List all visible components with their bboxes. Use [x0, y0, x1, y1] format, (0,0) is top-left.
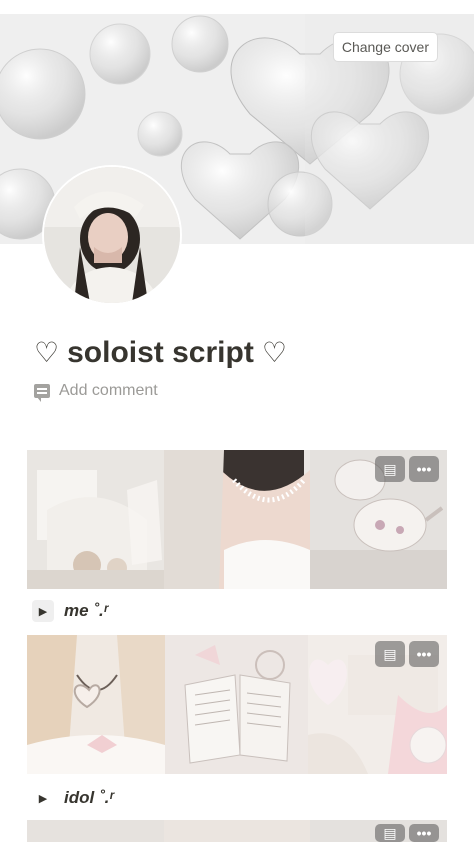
add-comment-button[interactable]: Add comment — [34, 382, 158, 402]
page-title[interactable]: ♡ soloist script ♡ — [34, 336, 287, 370]
add-comment-label: Add comment — [59, 382, 158, 399]
gallery-row-idol[interactable]: ▤ ••• — [27, 635, 447, 774]
more-options-icon[interactable]: ••• — [409, 641, 439, 667]
gallery-photo[interactable] — [27, 635, 165, 774]
profile-photo — [44, 167, 180, 303]
book-photo — [165, 635, 308, 774]
more-options-icon[interactable]: ••• — [409, 456, 439, 482]
avatar[interactable] — [42, 165, 182, 305]
gallery-photo[interactable] — [164, 820, 310, 842]
choker-photo — [27, 635, 165, 774]
gallery-photo[interactable]: ▤ ••• — [310, 450, 447, 589]
gallery-row-me[interactable]: ▤ ••• — [27, 450, 447, 589]
comment-icon[interactable]: ▤ — [375, 824, 405, 842]
gallery-row-partial[interactable]: ▤ ••• — [27, 820, 447, 842]
gallery-photo[interactable] — [164, 450, 310, 589]
comment-icon[interactable]: ▤ — [375, 641, 405, 667]
comment-icon — [34, 384, 50, 402]
necklace-photo — [164, 450, 310, 589]
gallery-photo[interactable]: ▤ ••• — [310, 820, 447, 842]
gallery-photo[interactable] — [27, 450, 164, 589]
comment-icon[interactable]: ▤ — [375, 456, 405, 482]
heart-icon: ♡ — [261, 337, 287, 368]
gallery-photo[interactable]: ▤ ••• — [308, 635, 447, 774]
triangle-right-icon[interactable]: ▶ — [32, 787, 54, 809]
section-label[interactable]: me ˚.ʳ — [64, 601, 108, 621]
gallery-photo[interactable] — [27, 820, 164, 842]
change-cover-button[interactable]: Change cover — [332, 32, 438, 62]
heart-icon: ♡ — [34, 337, 60, 368]
section-me[interactable]: ▶ me ˚.ʳ — [32, 600, 108, 622]
gallery-photo[interactable] — [165, 635, 308, 774]
triangle-right-icon[interactable]: ▶ — [32, 600, 54, 622]
section-idol[interactable]: ▶ idol ˚.ʳ — [32, 787, 114, 809]
page-title-text[interactable]: soloist script — [67, 336, 254, 370]
more-options-icon[interactable]: ••• — [409, 824, 439, 842]
bedroom-photo — [27, 450, 164, 589]
section-label[interactable]: idol ˚.ʳ — [64, 788, 114, 808]
